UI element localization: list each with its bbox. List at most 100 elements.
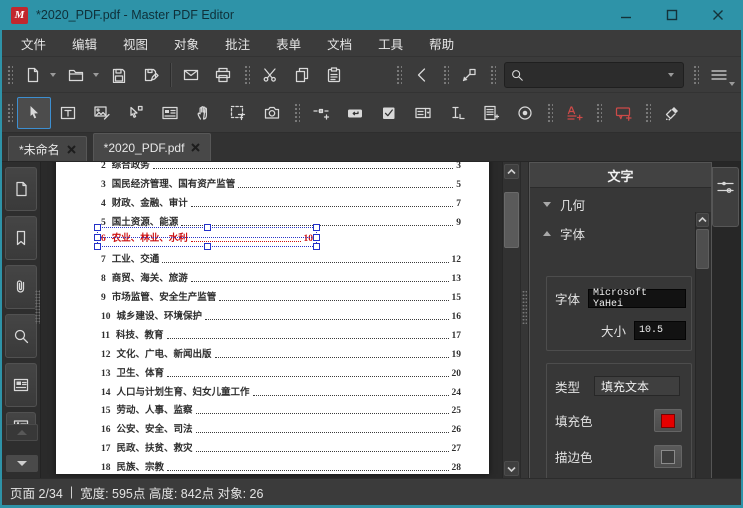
radio-button-tool[interactable]: [508, 97, 542, 129]
document-scrollbar[interactable]: [502, 162, 520, 478]
attachments-button[interactable]: [5, 265, 37, 309]
fill-color-button[interactable]: [654, 409, 682, 432]
sidebar-grip[interactable]: [35, 290, 40, 324]
panel-scroll-up-button[interactable]: [696, 213, 709, 227]
add-callout-button[interactable]: [606, 97, 640, 129]
select-object-button[interactable]: [17, 96, 51, 129]
selection-handle[interactable]: [203, 224, 211, 232]
maximize-button[interactable]: [649, 0, 695, 30]
sidebar-scroll-down-button[interactable]: [6, 455, 38, 472]
fit-page-button[interactable]: [453, 60, 485, 89]
toolbar-grip[interactable]: [692, 63, 699, 86]
navigate-back-button[interactable]: [406, 60, 438, 89]
select-text-button[interactable]: [221, 97, 255, 129]
toolbar-grip[interactable]: [6, 101, 13, 124]
tab-close-icon[interactable]: [191, 143, 201, 152]
tab-close-icon[interactable]: [66, 144, 76, 154]
text-field-tool[interactable]: [440, 97, 474, 129]
toc-row[interactable]: 7 工业、交通 12: [56, 248, 489, 267]
toc-row[interactable]: 3 国民经济管理、国有资产监管 5: [56, 173, 489, 192]
toc-row[interactable]: 17 民政、扶贫、救灾 27: [56, 437, 489, 456]
edit-path-button[interactable]: [119, 97, 153, 129]
toc-row[interactable]: 12 文化、广电、新闻出版 19: [56, 343, 489, 362]
toc-row[interactable]: 10 城乡建设、环境保护 16: [56, 305, 489, 324]
toc-row[interactable]: 11 科技、教育 17: [56, 324, 489, 343]
cut-button[interactable]: [254, 60, 286, 89]
scroll-up-button[interactable]: [504, 164, 519, 179]
toc-row[interactable]: 8 商贸、海关、旅游 13: [56, 267, 489, 286]
selection-handle[interactable]: [94, 224, 101, 232]
edit-forms-button[interactable]: [153, 97, 187, 129]
checkbox-tool[interactable]: [372, 97, 406, 129]
tab-untitled[interactable]: *未命名: [8, 136, 87, 161]
menu-file[interactable]: 文件: [8, 30, 59, 57]
toc-row[interactable]: 14 人口与计划生育、妇女儿童工作 24: [56, 381, 489, 400]
menu-view[interactable]: 视图: [110, 30, 161, 57]
toc-row[interactable]: 15 劳动、人事、监察 25: [56, 400, 489, 419]
selection-handle[interactable]: [313, 233, 320, 241]
edit-image-button[interactable]: [85, 97, 119, 129]
toc-row[interactable]: 16 公安、安全、司法 26: [56, 418, 489, 437]
properties-tab[interactable]: [712, 167, 739, 227]
selection-handle[interactable]: [313, 224, 320, 232]
close-button[interactable]: [695, 0, 741, 30]
menu-help[interactable]: 帮助: [416, 30, 467, 57]
open-file-dropdown-icon[interactable]: [93, 72, 99, 77]
paste-button[interactable]: [318, 60, 350, 89]
toolbar-grip[interactable]: [595, 101, 602, 124]
toc-row[interactable]: 4 财政、金融、审计 7: [56, 192, 489, 211]
selection-handle[interactable]: [203, 243, 211, 251]
search-input[interactable]: [524, 66, 667, 83]
save-button[interactable]: [103, 60, 135, 89]
type-select[interactable]: 填充文本: [594, 376, 681, 396]
toolbar-grip[interactable]: [546, 101, 553, 124]
selection-handle[interactable]: [94, 233, 101, 241]
add-text-annotation-button[interactable]: [557, 97, 591, 129]
toolbar-grip[interactable]: [293, 101, 300, 124]
toc-row[interactable]: 18 民族、宗教 28: [56, 456, 489, 475]
menu-forms[interactable]: 表单: [263, 30, 314, 57]
scroll-down-button[interactable]: [504, 461, 519, 476]
print-button[interactable]: [207, 60, 239, 89]
stroke-color-button[interactable]: [654, 445, 682, 468]
section-font[interactable]: 字体: [530, 217, 696, 246]
new-document-button[interactable]: [17, 60, 49, 89]
menu-annotate[interactable]: 批注: [212, 30, 263, 57]
font-size-input[interactable]: 10.5: [634, 321, 686, 340]
menu-edit[interactable]: 编辑: [59, 30, 110, 57]
edit-text-button[interactable]: [51, 97, 85, 129]
save-as-button[interactable]: [135, 60, 167, 89]
font-name-input[interactable]: Microsoft YaHei: [588, 288, 686, 310]
panel-splitter[interactable]: [520, 162, 529, 478]
toc-row-selected[interactable]: 6 农业、林业、水利 10: [56, 224, 489, 251]
menu-object[interactable]: 对象: [161, 30, 212, 57]
panel-scrollbar[interactable]: [695, 212, 711, 478]
selection-handle[interactable]: [313, 243, 320, 251]
selection-handle[interactable]: [94, 243, 101, 251]
send-email-button[interactable]: [175, 60, 207, 89]
new-document-dropdown-icon[interactable]: [50, 72, 56, 77]
menu-tools[interactable]: 工具: [365, 30, 416, 57]
toolbar-grip[interactable]: [489, 63, 496, 86]
toolbar-grip[interactable]: [6, 63, 13, 86]
tab-2020-pdf[interactable]: *2020_PDF.pdf: [92, 133, 212, 161]
document-view[interactable]: 2 综合政务 3 3 国民经济管理、国有资产监管 5 4 财政、金融、审计 7 5 国土资源、能源 9…: [41, 162, 520, 478]
toc-row[interactable]: 9 市场监管、安全生产监管 15: [56, 286, 489, 305]
push-button-tool[interactable]: [338, 97, 372, 129]
toolbar-grip[interactable]: [644, 101, 651, 124]
toolbar-grip[interactable]: [243, 63, 250, 86]
copy-button[interactable]: [286, 60, 318, 89]
menu-document[interactable]: 文档: [314, 30, 365, 57]
toc-row[interactable]: 2 综合政务 3: [56, 162, 489, 173]
toolbar-grip[interactable]: [395, 63, 402, 86]
scrollbar-thumb[interactable]: [504, 192, 519, 248]
combo-box-tool[interactable]: [406, 97, 440, 129]
layers-button[interactable]: [5, 363, 37, 407]
page-thumbnails-button[interactable]: [5, 167, 37, 211]
toolbar-grip[interactable]: [442, 63, 449, 86]
open-file-button[interactable]: [60, 60, 92, 89]
add-link-button[interactable]: [304, 97, 338, 129]
minimize-button[interactable]: [603, 0, 649, 30]
hand-pan-button[interactable]: [187, 97, 221, 129]
eraser-button[interactable]: [655, 97, 689, 129]
